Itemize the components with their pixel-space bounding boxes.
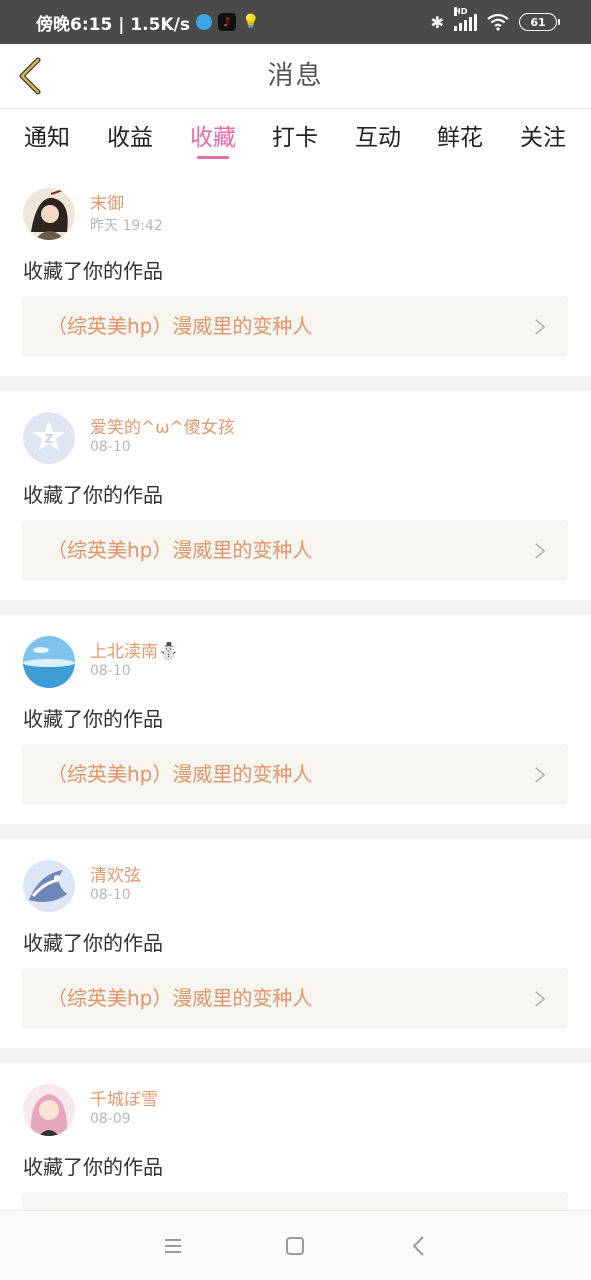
work-link[interactable]: （综英美hp）漫威里的变种人 [22,520,568,581]
divider [0,376,591,391]
signal-icon: HD [454,7,477,31]
work-link[interactable]: （综英美hp）漫威里的变种人 [22,296,568,357]
avatar[interactable] [23,860,75,912]
list-item: 上北渎南⛄ 08-10 收藏了你的作品 （综英美hp）漫威里的变种人 [0,620,591,828]
work-link[interactable]: （综英美hp）漫威里的变种人 [22,744,568,805]
action-text: 收藏了你的作品 [23,483,163,507]
status-time: 傍晚6:15 | 1.5K/s [36,14,190,35]
page-title: 消息 [267,61,324,91]
chevron-right-icon [535,767,546,783]
work-link[interactable]: （综英美hp）漫威里的变种人 [22,968,568,1029]
tab-flowers[interactable]: 鲜花 [430,118,490,152]
work-title: （综英美hp）漫威里的变种人 [47,762,313,786]
username[interactable]: 千城ぼ雪 [90,1085,158,1110]
divider [0,600,591,615]
timestamp: 08-10 [90,663,131,679]
timestamp: 08-09 [90,1111,131,1127]
action-text: 收藏了你的作品 [23,707,163,731]
header: 消息 [0,44,591,109]
divider [0,1048,591,1063]
tab-notification[interactable]: 通知 [17,118,77,152]
svg-text:Z: Z [45,432,54,446]
timestamp: 昨天 19:42 [90,218,163,234]
back-nav-icon[interactable] [404,1231,434,1261]
work-link[interactable] [22,1192,568,1210]
avatar[interactable] [23,188,75,240]
tab-earnings[interactable]: 收益 [100,118,160,152]
tab-favorites[interactable]: 收藏 [183,118,243,152]
avatar[interactable] [23,636,75,688]
chevron-right-icon [535,543,546,559]
work-title: （综英美hp）漫威里的变种人 [47,314,313,338]
tab-bar: 通知 收益 收藏 打卡 互动 鲜花 关注 [0,110,591,168]
status-right: ✱ HD 61 [430,0,560,44]
chevron-right-icon [535,319,546,335]
tab-interaction[interactable]: 互动 [348,118,408,152]
bluetooth-icon: ✱ [430,12,444,32]
hd-label: HD [454,7,468,16]
list-item: 清欢弦 08-10 收藏了你的作品 （综英美hp）漫威里的变种人 [0,844,591,1052]
username[interactable]: 上北渎南⛄ [90,637,179,662]
work-title: （综英美hp）漫威里的变种人 [47,538,313,562]
lightbulb-app-icon: 💡 [241,14,260,30]
tiktok-app-icon: ♪ [217,13,236,31]
battery-icon: 61 [519,13,560,31]
avatar[interactable] [23,1084,75,1136]
list-item: 千城ぼ雪 08-09 收藏了你的作品 [0,1068,591,1210]
timestamp: 08-10 [90,439,131,455]
browser-app-icon [195,14,212,30]
username[interactable]: 末御 [90,189,124,214]
status-left: 傍晚6:15 | 1.5K/s ♪ 💡 [36,0,259,44]
timestamp: 08-10 [90,887,131,903]
wifi-icon [487,13,509,31]
menu-icon[interactable] [158,1231,188,1261]
active-tab-indicator [197,156,229,159]
avatar[interactable]: Z [23,412,75,464]
system-nav-bar [0,1210,591,1280]
action-text: 收藏了你的作品 [23,1155,163,1179]
action-text: 收藏了你的作品 [23,259,163,283]
work-title: （综英美hp）漫威里的变种人 [47,986,313,1010]
username[interactable]: 清欢弦 [90,861,141,886]
action-text: 收藏了你的作品 [23,931,163,955]
username[interactable]: 爱笑的^ω^傻女孩 [90,413,235,438]
tab-follow[interactable]: 关注 [513,118,573,152]
home-icon[interactable] [280,1231,310,1261]
chevron-right-icon [535,991,546,1007]
list-item: 末御 昨天 19:42 收藏了你的作品 （综英美hp）漫威里的变种人 [0,172,591,380]
divider [0,824,591,839]
status-bar: 傍晚6:15 | 1.5K/s ♪ 💡 ✱ HD 61 [0,0,591,44]
list-item: Z 爱笑的^ω^傻女孩 08-10 收藏了你的作品 （综英美hp）漫威里的变种人 [0,396,591,604]
tab-checkin[interactable]: 打卡 [265,118,325,152]
